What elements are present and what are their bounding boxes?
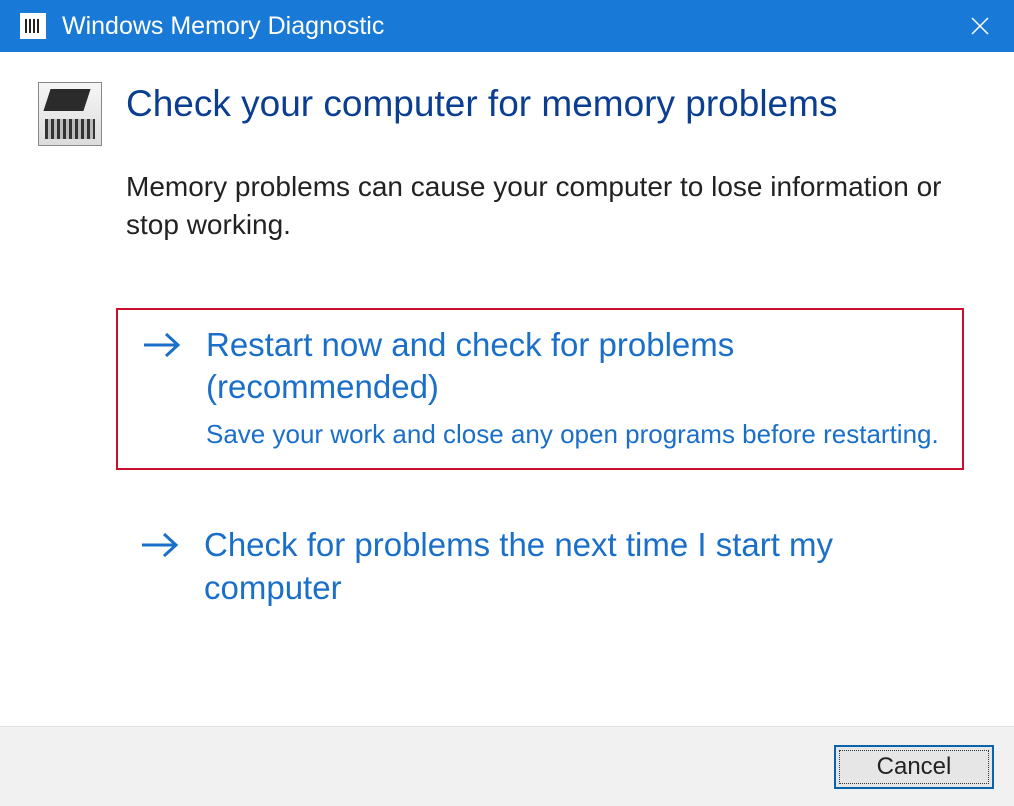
option-title: Restart now and check for problems (reco… xyxy=(206,324,950,410)
arrow-right-icon xyxy=(140,330,184,365)
option-title: Check for problems the next time I start… xyxy=(204,524,952,610)
options-list: Restart now and check for problems (reco… xyxy=(116,308,964,627)
dialog-content: Check your computer for memory problems … xyxy=(0,52,1014,686)
close-icon xyxy=(970,16,990,36)
window-title: Windows Memory Diagnostic xyxy=(62,12,384,41)
app-icon xyxy=(20,13,46,39)
option-check-next-start[interactable]: Check for problems the next time I start… xyxy=(116,510,964,626)
close-button[interactable] xyxy=(964,10,996,42)
main-heading: Check your computer for memory problems xyxy=(126,82,837,126)
option-restart-now[interactable]: Restart now and check for problems (reco… xyxy=(116,308,964,471)
option-subtitle: Save your work and close any open progra… xyxy=(206,417,950,452)
memory-icon xyxy=(38,82,102,146)
dialog-footer: Cancel xyxy=(0,726,1014,806)
description-text: Memory problems can cause your computer … xyxy=(126,168,974,244)
arrow-right-icon xyxy=(138,530,182,565)
titlebar[interactable]: Windows Memory Diagnostic xyxy=(0,0,1014,52)
cancel-button[interactable]: Cancel xyxy=(834,745,994,789)
